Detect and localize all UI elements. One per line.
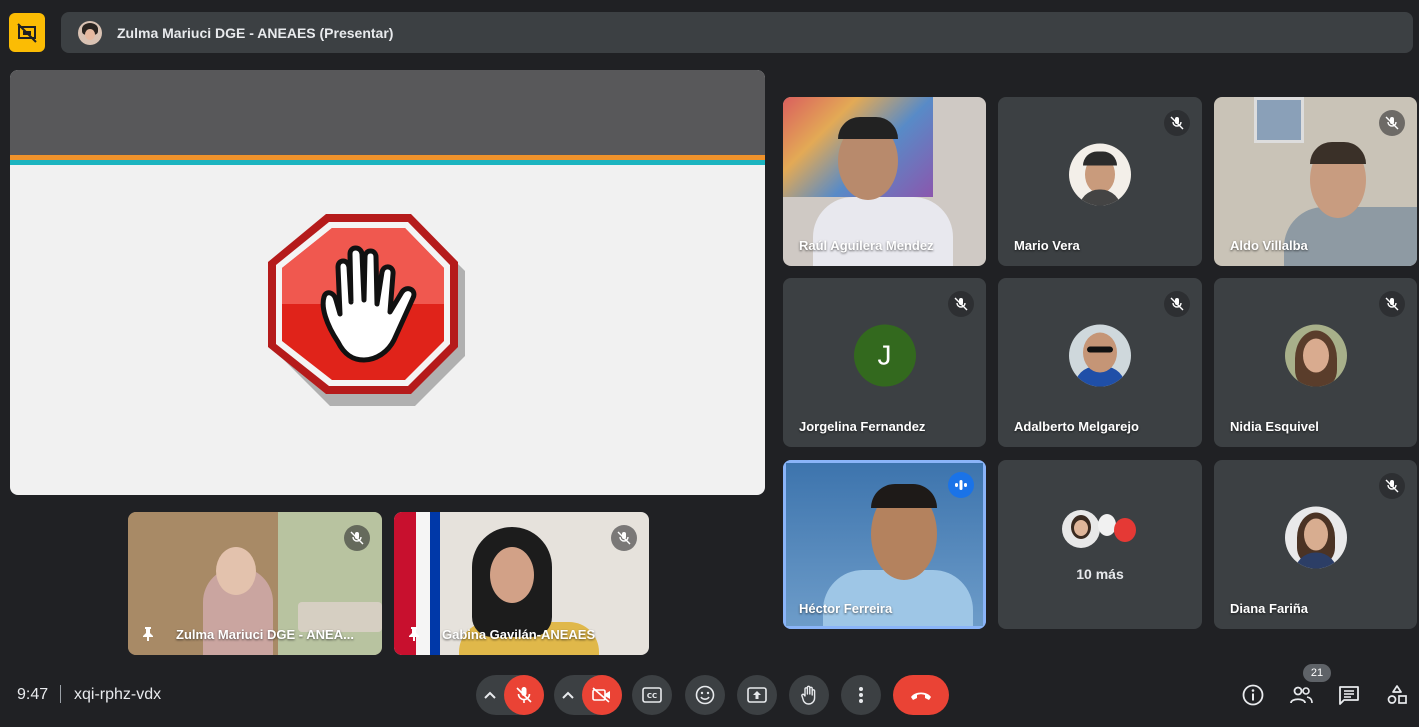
pinned-tile-gabina[interactable]: Gabina Gavilán-ANEAES xyxy=(394,512,649,655)
present-stop-icon xyxy=(17,22,37,43)
speaking-indicator-icon xyxy=(948,472,974,498)
clock: 9:47 xyxy=(17,686,49,703)
pin-icon[interactable] xyxy=(408,627,420,641)
raise-hand-button[interactable] xyxy=(789,675,829,715)
participant-tile-hector[interactable]: Héctor Ferreira xyxy=(783,460,986,629)
mic-off-icon xyxy=(1379,110,1405,136)
participant-name: Mario Vera xyxy=(1014,238,1080,253)
mic-off-icon xyxy=(611,525,637,551)
pinned-tile-zulma[interactable]: Zulma Mariuci DGE - ANEA... xyxy=(128,512,382,655)
participant-name: Zulma Mariuci DGE - ANEA... xyxy=(176,627,354,642)
avatar xyxy=(1069,324,1131,387)
mic-off-icon xyxy=(516,687,532,703)
chevron-up-icon xyxy=(484,691,496,699)
participant-name: Raúl Aguilera Mendez xyxy=(799,238,934,253)
chat-button[interactable] xyxy=(1336,682,1362,708)
stop-hand-sign-image xyxy=(268,214,465,406)
mic-off-icon xyxy=(1164,110,1190,136)
participant-tile-raul[interactable]: Raúl Aguilera Mendez xyxy=(783,97,986,266)
mic-off-icon xyxy=(1379,473,1405,499)
captions-icon: CC xyxy=(642,687,662,703)
audio-settings-button[interactable] xyxy=(476,691,504,699)
participant-tile-diana[interactable]: Diana Fariña xyxy=(1214,460,1417,629)
video-settings-button[interactable] xyxy=(554,691,582,699)
participant-tile-jorgelina[interactable]: J Jorgelina Fernandez xyxy=(783,278,986,447)
more-options-icon xyxy=(859,687,863,703)
mic-off-icon xyxy=(1379,291,1405,317)
avatar xyxy=(1062,510,1100,548)
mic-off-icon xyxy=(948,291,974,317)
mic-off-icon xyxy=(344,525,370,551)
info-icon xyxy=(1242,684,1264,706)
presenter-bar[interactable]: Zulma Mariuci DGE - ANEAES (Presentar) xyxy=(61,12,1413,53)
more-participants-tile[interactable]: 10 más xyxy=(998,460,1202,629)
participant-name: Nidia Esquivel xyxy=(1230,419,1319,434)
raise-hand-icon xyxy=(801,685,816,705)
avatar xyxy=(1114,518,1136,542)
activities-icon xyxy=(1387,685,1407,704)
camera-control-group xyxy=(554,675,622,715)
end-call-icon xyxy=(911,692,931,700)
activities-button[interactable] xyxy=(1384,682,1410,708)
chevron-up-icon xyxy=(562,691,574,699)
presenter-avatar xyxy=(78,20,102,45)
camera-toggle-button[interactable] xyxy=(582,675,622,715)
reactions-button[interactable] xyxy=(685,675,725,715)
avatar xyxy=(1284,324,1347,387)
people-button[interactable] xyxy=(1288,682,1314,708)
avatar xyxy=(1069,143,1131,206)
avatar xyxy=(1284,506,1347,569)
people-icon xyxy=(1290,686,1313,704)
camera-off-icon xyxy=(592,687,610,703)
participant-tile-nidia[interactable]: Nidia Esquivel xyxy=(1214,278,1417,447)
emoji-icon xyxy=(695,685,715,705)
svg-text:CC: CC xyxy=(647,692,657,700)
participant-tile-mario[interactable]: Mario Vera xyxy=(998,97,1202,266)
participant-name: Diana Fariña xyxy=(1230,601,1309,616)
present-icon xyxy=(747,687,767,703)
stop-presenting-button[interactable] xyxy=(9,13,45,52)
mic-off-icon xyxy=(1164,291,1190,317)
participant-name: Adalberto Melgarejo xyxy=(1014,419,1139,434)
chat-icon xyxy=(1339,686,1359,705)
mic-toggle-button[interactable] xyxy=(504,675,544,715)
leave-call-button[interactable] xyxy=(893,675,949,715)
participant-tile-aldo[interactable]: Aldo Villalba xyxy=(1214,97,1417,266)
pin-icon[interactable] xyxy=(142,627,154,641)
more-participants-label: 10 más xyxy=(1076,566,1124,582)
participant-count-badge: 21 xyxy=(1303,664,1331,682)
participant-name: Aldo Villalba xyxy=(1230,238,1308,253)
meeting-code[interactable]: xqi-rphz-vdx xyxy=(74,686,161,704)
mic-control-group xyxy=(476,675,544,715)
presenter-name: Zulma Mariuci DGE - ANEAES (Presentar) xyxy=(117,24,394,41)
participant-name: Gabina Gavilán-ANEAES xyxy=(442,627,596,642)
participant-name: Jorgelina Fernandez xyxy=(799,419,926,434)
participant-name: Héctor Ferreira xyxy=(799,601,893,616)
divider xyxy=(60,685,61,703)
participant-tile-adalberto[interactable]: Adalberto Melgarejo xyxy=(998,278,1202,447)
more-options-button[interactable] xyxy=(841,675,881,715)
meeting-details-button[interactable] xyxy=(1240,682,1266,708)
avatar-initial: J xyxy=(853,324,916,387)
captions-button[interactable]: CC xyxy=(632,675,672,715)
presentation-screen xyxy=(10,70,765,495)
present-now-button[interactable] xyxy=(737,675,777,715)
